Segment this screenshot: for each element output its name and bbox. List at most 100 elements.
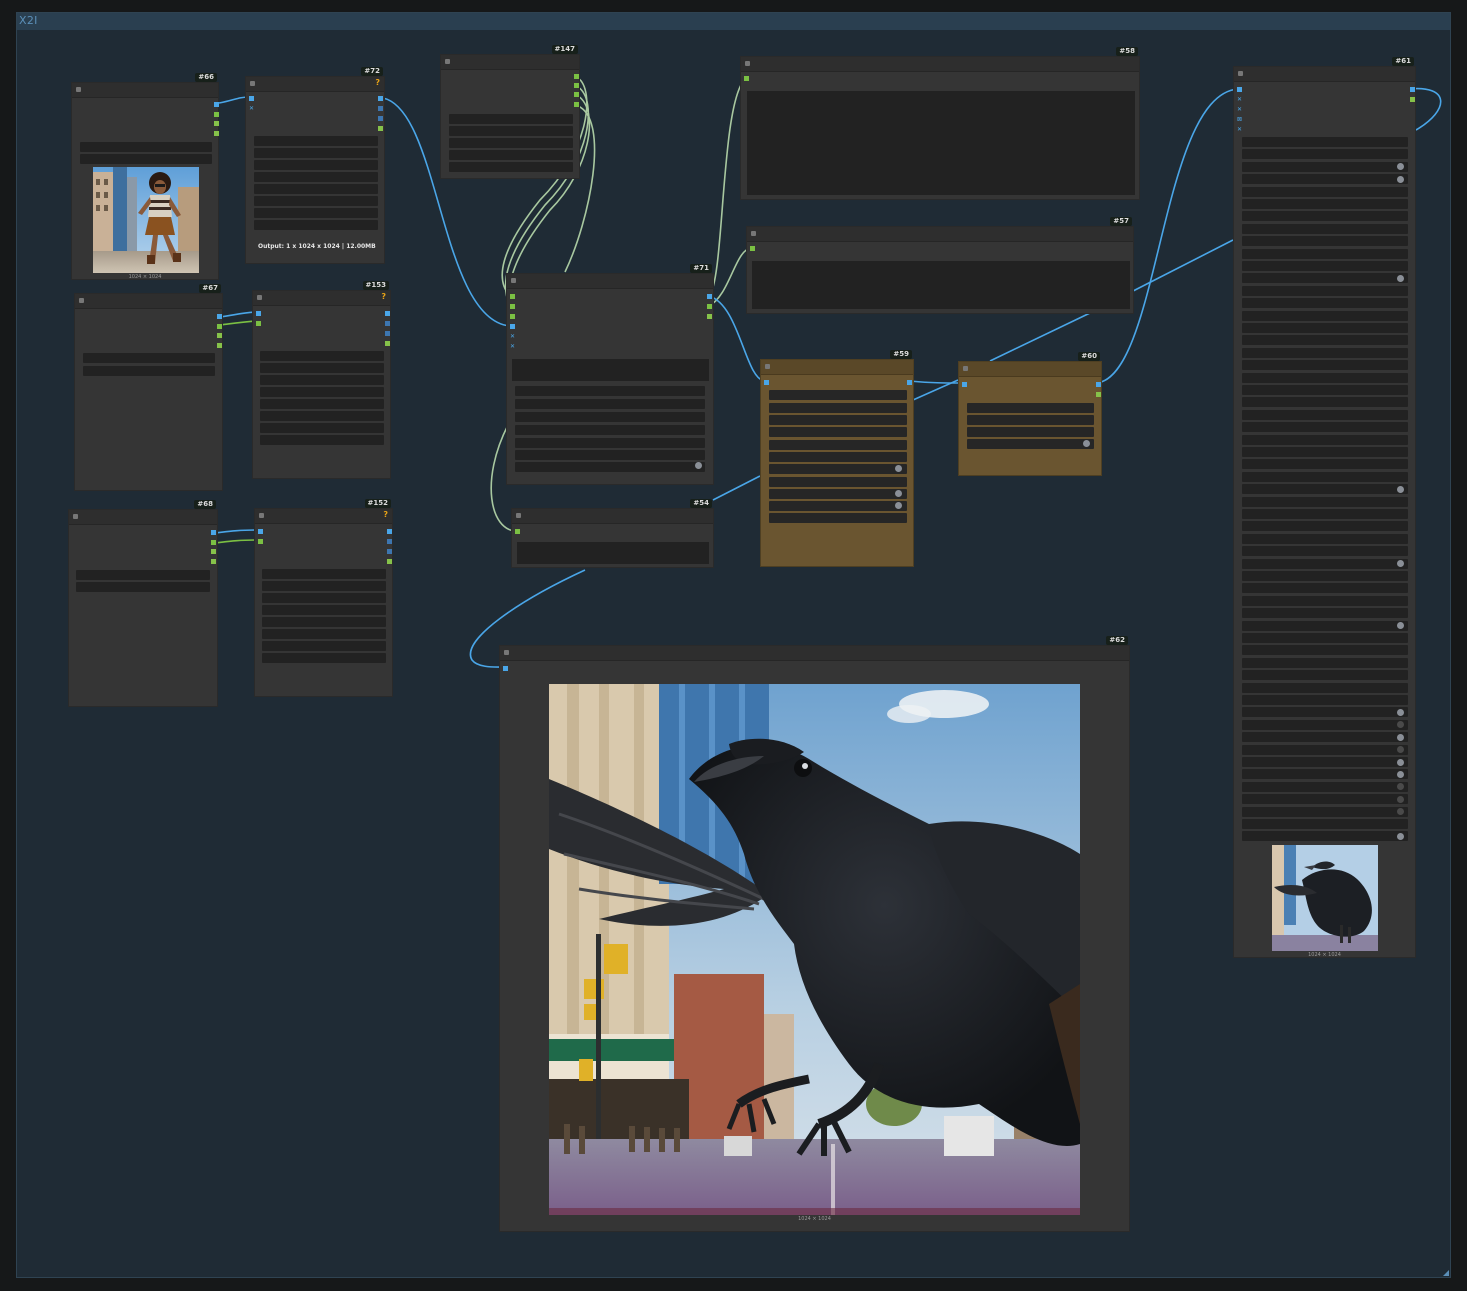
input-slot-mask[interactable]: ✕ bbox=[249, 106, 254, 112]
widget-row[interactable] bbox=[1242, 645, 1408, 656]
output-slot-2[interactable] bbox=[1410, 97, 1415, 102]
widget-row[interactable] bbox=[1242, 546, 1408, 557]
input-slot-4[interactable]: ⊠ bbox=[1237, 117, 1242, 123]
widget-block[interactable] bbox=[512, 359, 709, 381]
widget-row-4[interactable] bbox=[515, 425, 705, 435]
widget-row[interactable] bbox=[1242, 571, 1408, 581]
output-slot-image[interactable] bbox=[214, 102, 219, 107]
widget-row-2[interactable] bbox=[515, 399, 705, 409]
toggle-knob-3[interactable] bbox=[895, 502, 902, 509]
output-slot-4[interactable] bbox=[574, 102, 579, 107]
widget-row[interactable] bbox=[1242, 533, 1408, 544]
node-67[interactable]: #67 bbox=[74, 284, 223, 491]
widget-row[interactable] bbox=[1242, 831, 1408, 842]
warning-icon[interactable]: ? bbox=[375, 78, 380, 87]
input-slot-1[interactable] bbox=[962, 382, 967, 387]
widget-row[interactable] bbox=[1242, 583, 1408, 594]
widget-row-1[interactable] bbox=[769, 390, 907, 400]
widget-row-8[interactable] bbox=[254, 220, 378, 230]
input-slot-1[interactable] bbox=[510, 294, 515, 299]
input-slot-6[interactable]: ✕ bbox=[510, 344, 515, 350]
input-slot-clip[interactable] bbox=[744, 76, 749, 81]
collapse-icon[interactable] bbox=[250, 81, 255, 86]
output-slot-4[interactable] bbox=[378, 126, 383, 131]
widget-row-3[interactable] bbox=[515, 412, 705, 422]
widget-row-1[interactable] bbox=[254, 136, 378, 146]
node-62-preview-image[interactable]: #62 1024 × 1024 bbox=[499, 636, 1130, 1232]
widget-row[interactable] bbox=[1242, 199, 1408, 209]
widget-row-7[interactable] bbox=[769, 464, 907, 474]
widget-row[interactable] bbox=[1242, 819, 1408, 829]
widget-row[interactable] bbox=[1242, 496, 1408, 507]
input-slot-mask[interactable] bbox=[258, 539, 263, 544]
collapse-icon[interactable] bbox=[751, 231, 756, 236]
widget-row-2[interactable] bbox=[449, 126, 573, 136]
output-slot-3[interactable] bbox=[378, 116, 383, 121]
widget-row[interactable] bbox=[1242, 695, 1408, 705]
output-slot-1[interactable] bbox=[707, 294, 712, 299]
widget-row[interactable] bbox=[1242, 223, 1408, 234]
output-slot-1[interactable] bbox=[907, 380, 912, 385]
widget-row[interactable] bbox=[1242, 620, 1408, 631]
node-title-bar[interactable] bbox=[253, 291, 390, 306]
node-59[interactable]: #59 bbox=[760, 350, 914, 567]
widget-row[interactable] bbox=[1242, 372, 1408, 383]
widget-row[interactable] bbox=[1242, 422, 1408, 433]
output-slot-3[interactable] bbox=[707, 314, 712, 319]
input-slot-4[interactable] bbox=[510, 324, 515, 329]
widget-row[interactable] bbox=[1242, 794, 1408, 805]
collapse-icon[interactable] bbox=[1238, 71, 1243, 76]
widget-row-1[interactable] bbox=[262, 569, 386, 579]
widget-row-6[interactable] bbox=[254, 196, 378, 206]
widget-row[interactable] bbox=[1242, 273, 1408, 284]
node-title-bar[interactable] bbox=[255, 509, 392, 524]
widget-row-7[interactable] bbox=[262, 641, 386, 651]
node-71[interactable]: #71 ✕ ✕ bbox=[506, 264, 714, 485]
widget-row[interactable] bbox=[1242, 682, 1408, 693]
widget-row-5[interactable] bbox=[260, 399, 384, 409]
widget-row[interactable] bbox=[1242, 608, 1408, 619]
collapse-icon[interactable] bbox=[73, 514, 78, 519]
widget-row-4[interactable] bbox=[262, 605, 386, 615]
prompt-textarea[interactable] bbox=[747, 91, 1135, 195]
node-152[interactable]: #152 ? bbox=[254, 499, 393, 697]
input-slot-clip[interactable] bbox=[750, 246, 755, 251]
widget-row-1[interactable] bbox=[515, 386, 705, 396]
input-slot-5[interactable]: ✕ bbox=[1237, 127, 1242, 133]
widget-row-2[interactable] bbox=[967, 415, 1094, 425]
widget-row-2[interactable] bbox=[262, 581, 386, 591]
output-slot-1[interactable] bbox=[574, 74, 579, 79]
output-slot-mask[interactable] bbox=[214, 112, 219, 117]
output-slot-4[interactable] bbox=[385, 341, 390, 346]
widget-row-10[interactable] bbox=[769, 501, 907, 511]
toggle-knob[interactable] bbox=[1397, 274, 1404, 282]
widget-row-4[interactable] bbox=[967, 439, 1094, 449]
output-slot-1[interactable] bbox=[385, 311, 390, 316]
input-slot-image[interactable] bbox=[249, 96, 254, 101]
widget-row-3[interactable] bbox=[262, 593, 386, 603]
node-title-bar[interactable] bbox=[75, 294, 222, 309]
widget-row-1[interactable] bbox=[260, 351, 384, 361]
widget-row[interactable] bbox=[1242, 360, 1408, 371]
output-slot-4[interactable] bbox=[211, 559, 216, 564]
output-slot-image[interactable] bbox=[1410, 87, 1415, 92]
widget-row[interactable] bbox=[1242, 781, 1408, 792]
node-title-bar[interactable] bbox=[959, 362, 1101, 377]
widget-row[interactable] bbox=[1242, 707, 1408, 718]
output-slot-2[interactable] bbox=[707, 304, 712, 309]
output-slot-2[interactable] bbox=[385, 321, 390, 326]
toggle-knob[interactable] bbox=[1397, 733, 1404, 741]
output-slot-2[interactable] bbox=[387, 539, 392, 544]
input-slot-2[interactable]: ✕ bbox=[1237, 97, 1242, 103]
input-slot-image[interactable] bbox=[256, 311, 261, 316]
toggle-knob[interactable] bbox=[695, 462, 702, 469]
output-slot-3[interactable] bbox=[385, 331, 390, 336]
widget-row[interactable] bbox=[1242, 670, 1408, 681]
widget-row[interactable] bbox=[1242, 484, 1408, 495]
toggle-knob-1[interactable] bbox=[895, 465, 902, 472]
widget-row[interactable] bbox=[1242, 595, 1408, 606]
node-title-bar[interactable] bbox=[246, 77, 384, 92]
input-slot-1[interactable] bbox=[1237, 87, 1242, 92]
widget-row[interactable] bbox=[1242, 509, 1408, 519]
widget-row-1[interactable] bbox=[967, 403, 1094, 413]
